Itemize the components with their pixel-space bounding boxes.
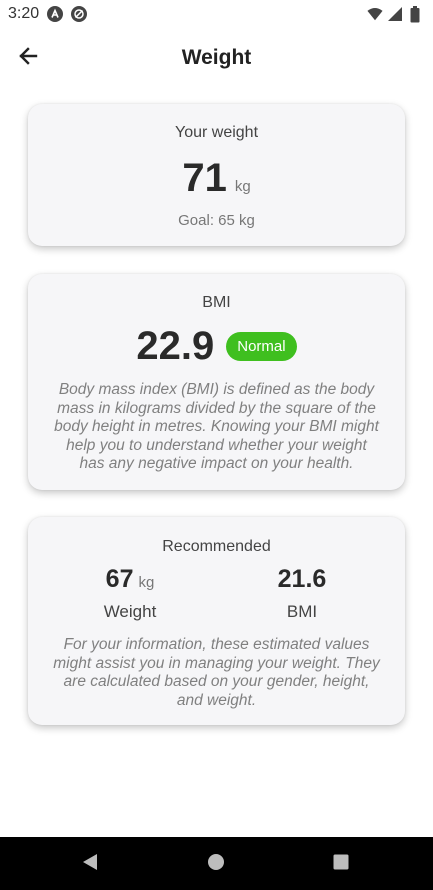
weight-value-row: 71 kg [28, 156, 405, 201]
weight-value: 71 [182, 156, 227, 200]
recommended-bmi-value-row: 21.6 [222, 565, 382, 594]
bmi-description: Body mass index (BMI) is defined as the … [54, 381, 379, 472]
square-recents-icon [333, 854, 349, 875]
wifi-icon [367, 6, 383, 22]
battery-icon [407, 5, 423, 22]
recommended-bmi-value: 21.6 [277, 565, 327, 593]
notification-a-icon [47, 6, 64, 22]
recommended-description: For your information, these estimated va… [53, 636, 380, 709]
bmi-value-row: 22.9 Normal [28, 324, 405, 369]
circle-home-icon [207, 853, 225, 876]
weight-goal: Goal: 65 kg [178, 212, 255, 229]
notification-sync-icon [71, 6, 88, 22]
weight-card-label: Your weight [174, 124, 259, 141]
weight-card[interactable]: Your weight 71 kg Goal: 65 kg [28, 104, 405, 246]
app-bar: Weight [0, 36, 433, 80]
recommended-weight-value-row: 67 kg [50, 565, 210, 594]
recommended-bmi: 21.6 BMI [222, 565, 382, 622]
status-left: 3:20 [8, 5, 88, 23]
page-title: Weight [181, 46, 252, 69]
status-bar: 3:20 [0, 0, 433, 28]
status-time: 3:20 [8, 5, 40, 22]
bmi-status-badge: Normal [226, 332, 297, 361]
nav-home-button[interactable] [202, 850, 230, 878]
triangle-back-icon [81, 852, 99, 877]
bmi-value: 22.9 [136, 324, 215, 368]
nav-back-button[interactable] [76, 850, 104, 878]
nav-recents-button[interactable] [327, 850, 355, 878]
signal-icon [387, 6, 403, 22]
recommended-card-label: Recommended [162, 538, 271, 555]
system-nav-bar [0, 837, 433, 890]
bmi-card[interactable]: BMI 22.9 Normal Body mass index (BMI) is… [28, 274, 405, 490]
recommended-bmi-label: BMI [286, 602, 318, 621]
recommended-weight: 67 kg Weight [50, 565, 210, 622]
bmi-card-label: BMI [202, 294, 231, 311]
recommended-card[interactable]: Recommended 67 kg Weight 21.6 BMI For yo… [28, 517, 405, 725]
recommended-weight-unit: kg [138, 574, 155, 591]
recommended-weight-value: 67 [105, 565, 134, 593]
weight-unit: kg [234, 178, 251, 195]
recommended-weight-label: Weight [103, 602, 157, 621]
status-right [367, 5, 423, 22]
